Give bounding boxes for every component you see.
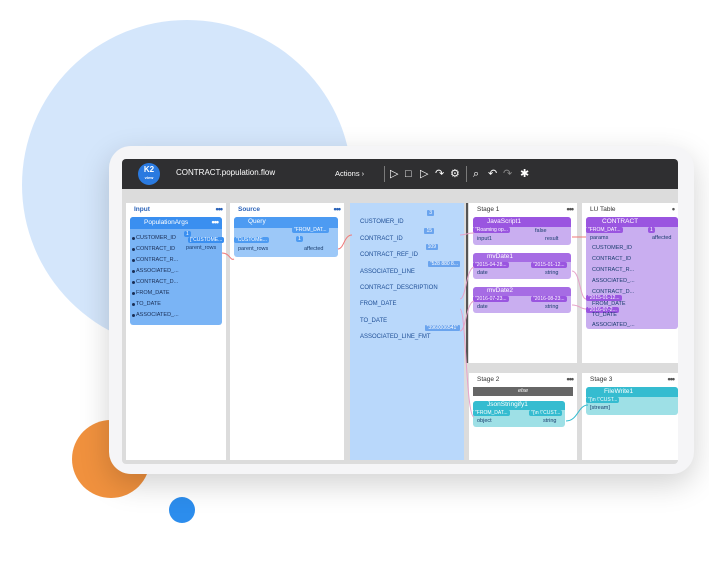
connector-line — [459, 308, 475, 418]
connector-line — [459, 232, 475, 236]
connector-line — [565, 404, 589, 422]
flow-connectors — [221, 232, 589, 422]
connector-line — [571, 270, 587, 300]
app-screen: K2 view CONTRACT.population.flow Actions … — [122, 159, 678, 464]
decor-circle-blue — [169, 497, 195, 523]
connector-line — [459, 266, 475, 300]
connector-line — [571, 304, 587, 310]
device-frame: K2 view CONTRACT.population.flow Actions … — [109, 146, 694, 474]
connector-line — [221, 252, 235, 260]
connector-line — [337, 234, 353, 250]
